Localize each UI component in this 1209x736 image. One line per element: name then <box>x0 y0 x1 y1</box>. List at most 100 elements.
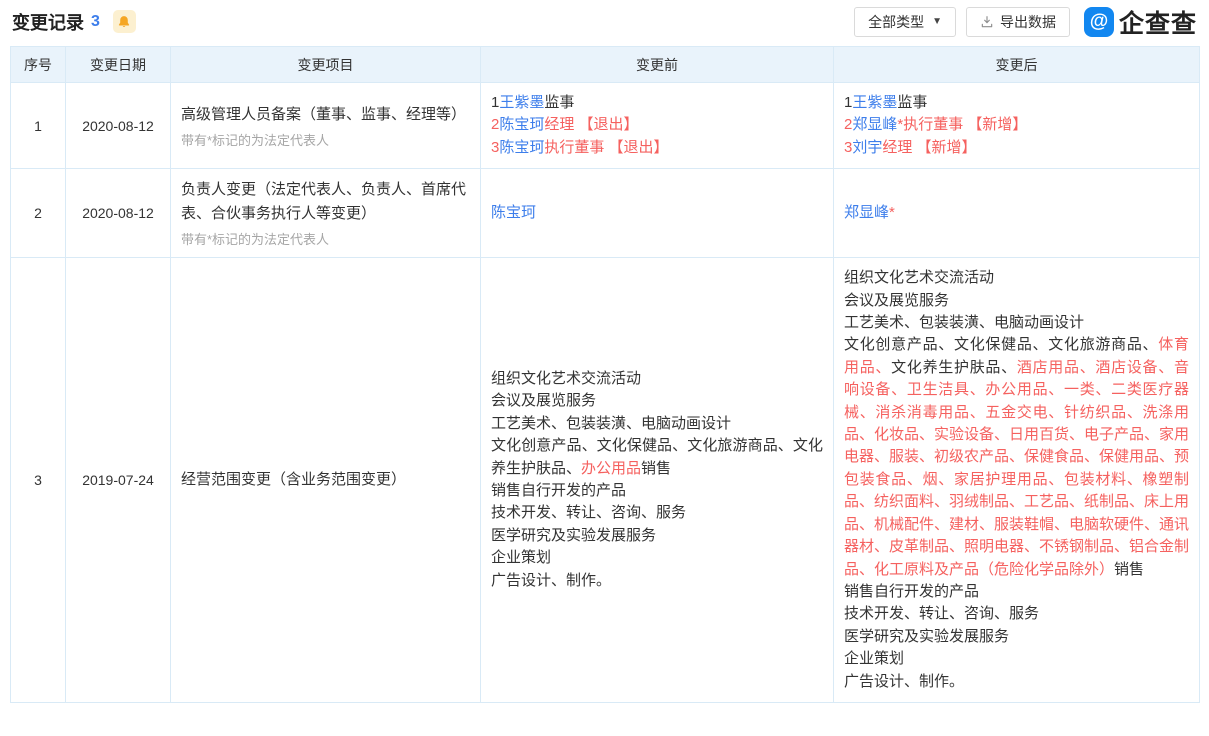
topbar: 变更记录 3 全部类型 ▼ 导出数据 @ 企查查 <box>0 0 1209 40</box>
bell-icon-glyph <box>117 15 131 29</box>
cell-change-date: 2020-08-12 <box>66 169 171 258</box>
col-header-change-item: 变更项目 <box>171 47 481 83</box>
text-segment: 会议及展览服务 <box>491 392 596 409</box>
table-body: 12020-08-12 高级管理人员备案（董事、监事、经理等） 带有*标记的为法定代… <box>11 83 1200 703</box>
text-line: 组织文化艺术交流活动 <box>491 368 823 390</box>
text-segment: 组织文化艺术交流活动 <box>844 269 994 286</box>
entity-link[interactable]: 陈宝珂 <box>499 116 544 133</box>
qichacha-logo[interactable]: @ 企查查 <box>1084 4 1197 40</box>
text-segment: 工艺美术、包装装潢、电脑动画设计 <box>491 415 731 432</box>
text-line: 文化创意产品、文化保健品、文化旅游商品、文化养生护肤品、办公用品销售 <box>491 435 823 480</box>
cell-index: 3 <box>11 258 66 703</box>
export-data-button[interactable]: 导出数据 <box>966 7 1070 37</box>
entity-link[interactable]: 刘宇 <box>852 139 882 156</box>
bell-icon[interactable] <box>113 10 136 33</box>
table-row: 22020-08-12负责人变更（法定代表人、负责人、首席代表、合伙事务执行人等… <box>11 169 1200 258</box>
change-item-title: 高级管理人员备案（董事、监事、经理等） <box>181 103 470 127</box>
section-title-wrap: 变更记录 3 <box>12 9 136 35</box>
text-line: 3陈宝珂执行董事 【退出】 <box>491 137 823 159</box>
text-segment: 办公用品 <box>581 460 641 477</box>
toolbar-actions: 全部类型 ▼ 导出数据 @ 企查查 <box>844 4 1197 40</box>
text-segment: 销售 <box>1114 561 1144 578</box>
entity-link[interactable]: 郑显峰 <box>852 116 897 133</box>
text-line: 医学研究及实验发展服务 <box>491 525 823 547</box>
text-line: 技术开发、转让、咨询、服务 <box>491 502 823 524</box>
col-header-before-change: 变更前 <box>481 47 834 83</box>
entity-link[interactable]: 王紫墨 <box>852 94 897 111</box>
text-line: 组织文化艺术交流活动 <box>844 267 1189 289</box>
text-segment: 医学研究及实验发展服务 <box>491 527 656 544</box>
qichacha-logo-text: 企查查 <box>1119 4 1197 40</box>
text-segment: 广告设计、制作。 <box>844 673 964 690</box>
cell-change-item: 负责人变更（法定代表人、负责人、首席代表、合伙事务执行人等变更） 带有*标记的为法… <box>171 169 481 258</box>
col-header-after-change: 变更后 <box>834 47 1200 83</box>
text-segment: 企业策划 <box>844 650 904 667</box>
text-line: 工艺美术、包装装潢、电脑动画设计 <box>491 413 823 435</box>
cell-index: 1 <box>11 83 66 169</box>
text-line: 广告设计、制作。 <box>844 671 1189 693</box>
text-line: 技术开发、转让、咨询、服务 <box>844 603 1189 625</box>
text-line: 1王紫墨监事 <box>491 92 823 114</box>
qichacha-logo-icon: @ <box>1084 7 1114 37</box>
text-line: 工艺美术、包装装潢、电脑动画设计 <box>844 312 1189 334</box>
text-segment: 企业策划 <box>491 549 551 566</box>
cell-change-item: 高级管理人员备案（董事、监事、经理等） 带有*标记的为法定代表人 <box>171 83 481 169</box>
text-line: 3刘宇经理 【新增】 <box>844 137 1189 159</box>
text-segment: 经理 【退出】 <box>544 116 638 133</box>
text-segment: 技术开发、转让、咨询、服务 <box>844 605 1039 622</box>
text-line: 企业策划 <box>491 547 823 569</box>
cell-change-item: 经营范围变更（含业务范围变更） <box>171 258 481 703</box>
text-line: 会议及展览服务 <box>844 290 1189 312</box>
text-line: 销售自行开发的产品 <box>844 581 1189 603</box>
entity-link[interactable]: 陈宝珂 <box>499 139 544 156</box>
text-line: 陈宝珂 <box>491 202 823 224</box>
cell-before-change: 1王紫墨监事2陈宝珂经理 【退出】3陈宝珂执行董事 【退出】 <box>481 83 834 169</box>
chevron-down-icon: ▼ <box>932 16 942 27</box>
text-line: 会议及展览服务 <box>491 390 823 412</box>
text-segment: 酒店用品、酒店设备、音响设备、卫生洁具、办公用品、一类、二类医疗器械、消杀消毒用… <box>844 359 1189 578</box>
text-line: 2郑显峰*执行董事 【新增】 <box>844 114 1189 136</box>
cell-before-change: 组织文化艺术交流活动会议及展览服务工艺美术、包装装潢、电脑动画设计文化创意产品、… <box>481 258 834 703</box>
cell-after-change: 组织文化艺术交流活动会议及展览服务工艺美术、包装装潢、电脑动画设计文化创意产品、… <box>834 258 1200 703</box>
text-segment: * <box>889 204 895 221</box>
text-segment: 工艺美术、包装装潢、电脑动画设计 <box>844 314 1084 331</box>
col-header-change-date: 变更日期 <box>66 47 171 83</box>
type-filter-dropdown[interactable]: 全部类型 ▼ <box>854 7 956 37</box>
change-records-table: 序号 变更日期 变更项目 变更前 变更后 12020-08-12高级管理人员备案… <box>10 46 1200 703</box>
text-segment: 广告设计、制作。 <box>491 572 611 589</box>
text-line: 2陈宝珂经理 【退出】 <box>491 114 823 136</box>
table-header-row: 序号 变更日期 变更项目 变更前 变更后 <box>11 47 1200 83</box>
text-segment: 文化创意产品、文化保健品、文化旅游商品、 <box>844 336 1158 353</box>
text-segment: 销售 <box>641 460 671 477</box>
legal-rep-note: 带有*标记的为法定代表人 <box>181 229 470 248</box>
cell-before-change: 陈宝珂 <box>481 169 834 258</box>
text-segment: 医学研究及实验发展服务 <box>844 628 1009 645</box>
change-item-title: 负责人变更（法定代表人、负责人、首席代表、合伙事务执行人等变更） <box>181 178 470 226</box>
cell-after-change: 郑显峰* <box>834 169 1200 258</box>
text-segment: 监事 <box>897 94 927 111</box>
text-line: 销售自行开发的产品 <box>491 480 823 502</box>
text-segment: *执行董事 【新增】 <box>897 116 1027 133</box>
text-segment: 文化养生护肤品、 <box>891 359 1017 376</box>
text-segment: 技术开发、转让、咨询、服务 <box>491 504 686 521</box>
record-count: 3 <box>91 13 100 31</box>
text-segment: 销售自行开发的产品 <box>844 583 979 600</box>
table-row: 32019-07-24经营范围变更（含业务范围变更）组织文化艺术交流活动会议及展… <box>11 258 1200 703</box>
type-filter-label: 全部类型 <box>868 12 924 32</box>
text-segment: 监事 <box>544 94 574 111</box>
entity-link[interactable]: 陈宝珂 <box>491 204 536 221</box>
text-line: 医学研究及实验发展服务 <box>844 626 1189 648</box>
text-segment: 组织文化艺术交流活动 <box>491 370 641 387</box>
export-data-label: 导出数据 <box>1000 12 1056 32</box>
legal-rep-note: 带有*标记的为法定代表人 <box>181 130 470 149</box>
text-line: 广告设计、制作。 <box>491 570 823 592</box>
text-line: 1王紫墨监事 <box>844 92 1189 114</box>
entity-link[interactable]: 郑显峰 <box>844 204 889 221</box>
change-item-title: 经营范围变更（含业务范围变更） <box>181 468 470 492</box>
text-segment: 会议及展览服务 <box>844 292 949 309</box>
text-segment: 执行董事 【退出】 <box>544 139 668 156</box>
entity-link[interactable]: 王紫墨 <box>499 94 544 111</box>
text-line: 郑显峰* <box>844 202 1189 224</box>
text-segment: 销售自行开发的产品 <box>491 482 626 499</box>
download-icon <box>980 15 994 29</box>
